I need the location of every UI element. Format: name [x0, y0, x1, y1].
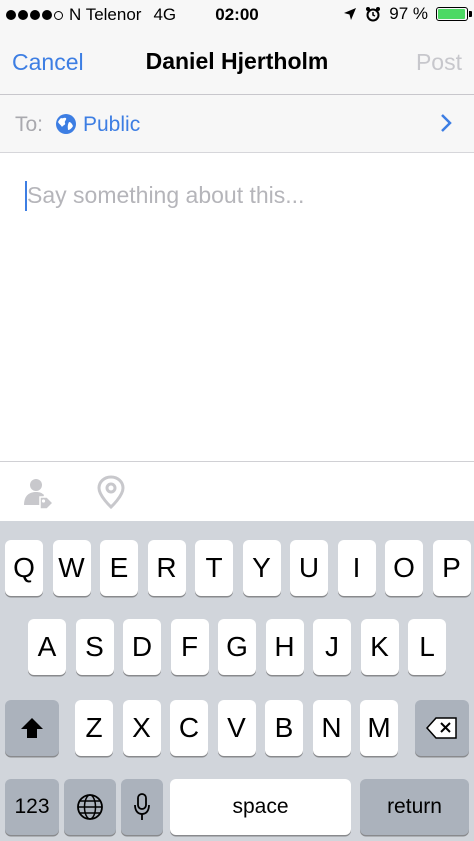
attachment-toolbar: [0, 461, 474, 521]
navigation-bar: Cancel Daniel Hjertholm Post: [0, 32, 474, 95]
key-r[interactable]: R: [147, 540, 186, 596]
key-k[interactable]: K: [360, 619, 399, 675]
dictation-key[interactable]: [121, 779, 163, 835]
key-v[interactable]: V: [217, 700, 256, 756]
key-t[interactable]: T: [195, 540, 233, 596]
battery-percent: 97 %: [389, 4, 428, 23]
page-title: Daniel Hjertholm: [145, 48, 329, 74]
key-b[interactable]: B: [265, 700, 303, 756]
space-key[interactable]: space: [170, 779, 351, 835]
numbers-key[interactable]: 123: [5, 779, 59, 835]
shift-key[interactable]: [5, 700, 59, 756]
key-e[interactable]: E: [100, 540, 138, 596]
audience-selector[interactable]: To: Public: [0, 95, 474, 153]
status-right: 97 %: [343, 4, 472, 24]
post-button[interactable]: Post: [416, 49, 462, 76]
key-d[interactable]: D: [123, 619, 161, 675]
key-o[interactable]: O: [385, 540, 423, 596]
chevron-right-icon: [441, 114, 452, 132]
key-z[interactable]: Z: [75, 700, 113, 756]
microphone-icon: [134, 793, 150, 820]
status-bar: N Telenor 4G 02:00 97 %: [0, 0, 474, 32]
key-j[interactable]: J: [313, 619, 351, 675]
key-q[interactable]: Q: [5, 540, 43, 596]
location-arrow-icon: [344, 8, 357, 20]
key-h[interactable]: H: [265, 619, 304, 675]
key-n[interactable]: N: [312, 700, 351, 756]
compose-textarea[interactable]: Say something about this...: [0, 153, 474, 461]
key-m[interactable]: M: [360, 700, 398, 756]
key-a[interactable]: A: [28, 619, 66, 675]
return-key[interactable]: return: [360, 779, 469, 835]
key-x[interactable]: X: [122, 700, 161, 756]
tag-people-icon[interactable]: [20, 475, 56, 511]
key-y[interactable]: Y: [242, 540, 281, 596]
key-s[interactable]: S: [75, 619, 114, 675]
audience-value: Public: [83, 113, 141, 136]
globe-icon: [56, 114, 76, 134]
key-c[interactable]: C: [170, 700, 208, 756]
globe-icon: [77, 794, 103, 820]
audience-label: To:: [15, 113, 44, 136]
alarm-icon: [366, 7, 381, 22]
shift-icon: [21, 718, 43, 738]
delete-key[interactable]: [415, 700, 469, 756]
key-w[interactable]: W: [52, 540, 91, 596]
key-u[interactable]: U: [290, 540, 328, 596]
key-l[interactable]: L: [408, 619, 446, 675]
globe-key[interactable]: [64, 779, 116, 835]
key-p[interactable]: P: [432, 540, 471, 596]
location-pin-icon[interactable]: [97, 475, 125, 509]
battery-icon: [436, 7, 472, 21]
key-f[interactable]: F: [170, 619, 209, 675]
keyboard: QWERTYUIOP ASDFGHJKL ZXCVBNM 123 space r…: [0, 521, 474, 841]
key-i[interactable]: I: [337, 540, 376, 596]
compose-placeholder: Say something about this...: [27, 182, 305, 208]
backspace-icon: [426, 717, 457, 739]
key-g[interactable]: G: [218, 619, 256, 675]
